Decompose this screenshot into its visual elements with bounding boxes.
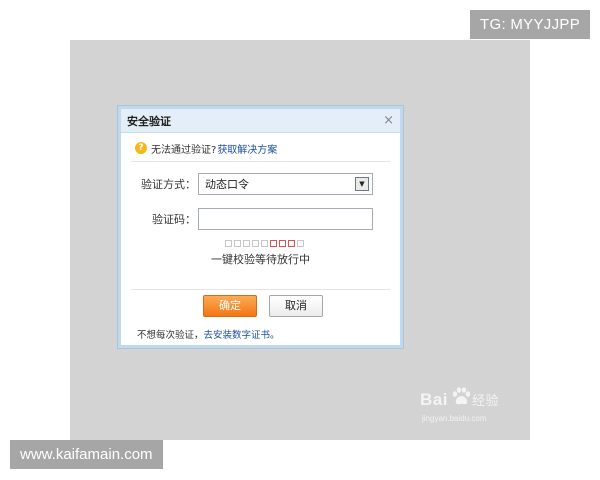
progress-box: [243, 240, 250, 247]
progress-box: [234, 240, 241, 247]
help-text: 无法通过验证?: [151, 144, 217, 156]
cancel-button[interactable]: 取消: [269, 295, 323, 317]
watermark-brand-suffix: 经验: [471, 393, 499, 408]
help-divider: [131, 161, 390, 162]
security-verification-dialog: 安全验证 × ? 无法通过验证? 获取解决方案 验证方式： 动态口令 ▼ 验证码…: [118, 106, 403, 348]
waiting-status-text: 一键校验等待放行中: [211, 253, 310, 266]
dialog-title: 安全验证: [127, 114, 171, 128]
progress-box: [261, 240, 268, 247]
top-watermark-tag: TG: MYYJJPP: [470, 10, 590, 39]
confirm-button[interactable]: 确定: [203, 295, 257, 317]
footer-note: 不想每次验证，去安装数字证书。: [137, 327, 280, 341]
progress-box: [252, 240, 259, 247]
method-row: 验证方式： 动态口令 ▼: [121, 173, 373, 195]
bottom-watermark-tag: www.kaifamain.com: [10, 440, 163, 469]
progress-box: [270, 240, 277, 247]
close-icon[interactable]: ×: [383, 114, 394, 127]
method-select[interactable]: 动态口令 ▼: [198, 173, 373, 195]
progress-indicator: [225, 240, 304, 247]
page: TG: MYYJJPP 安全验证 × ? 无法通过验证? 获取解决方案 验证方式…: [0, 0, 600, 480]
watermark-brand-text: Bai: [420, 390, 448, 409]
progress-box: [288, 240, 295, 247]
chevron-down-icon[interactable]: ▼: [355, 177, 369, 191]
method-label: 验证方式：: [141, 178, 196, 191]
footer-text: 不想每次验证，: [137, 330, 204, 341]
watermark-brand: Bai 经验: [420, 390, 499, 410]
footer-suffix: 。: [270, 330, 280, 341]
watermark-url: jingyan.baidu.com: [422, 414, 487, 423]
progress-box: [279, 240, 286, 247]
get-solution-link[interactable]: 获取解决方案: [217, 141, 277, 156]
button-divider: [131, 289, 390, 290]
progress-box: [225, 240, 232, 247]
question-icon: ?: [135, 142, 147, 154]
progress-box: [297, 240, 304, 247]
baidu-watermark: Bai 经验 jingyan.baidu.com: [420, 387, 520, 430]
install-certificate-link[interactable]: 去安装数字证书: [204, 330, 271, 341]
dialog-header: 安全验证 ×: [121, 109, 400, 133]
code-row: 验证码：: [121, 208, 373, 230]
code-label: 验证码：: [152, 213, 196, 226]
help-row: ? 无法通过验证? 获取解决方案: [135, 141, 400, 156]
method-selected-value: 动态口令: [205, 178, 249, 191]
verification-code-input[interactable]: [198, 208, 373, 230]
